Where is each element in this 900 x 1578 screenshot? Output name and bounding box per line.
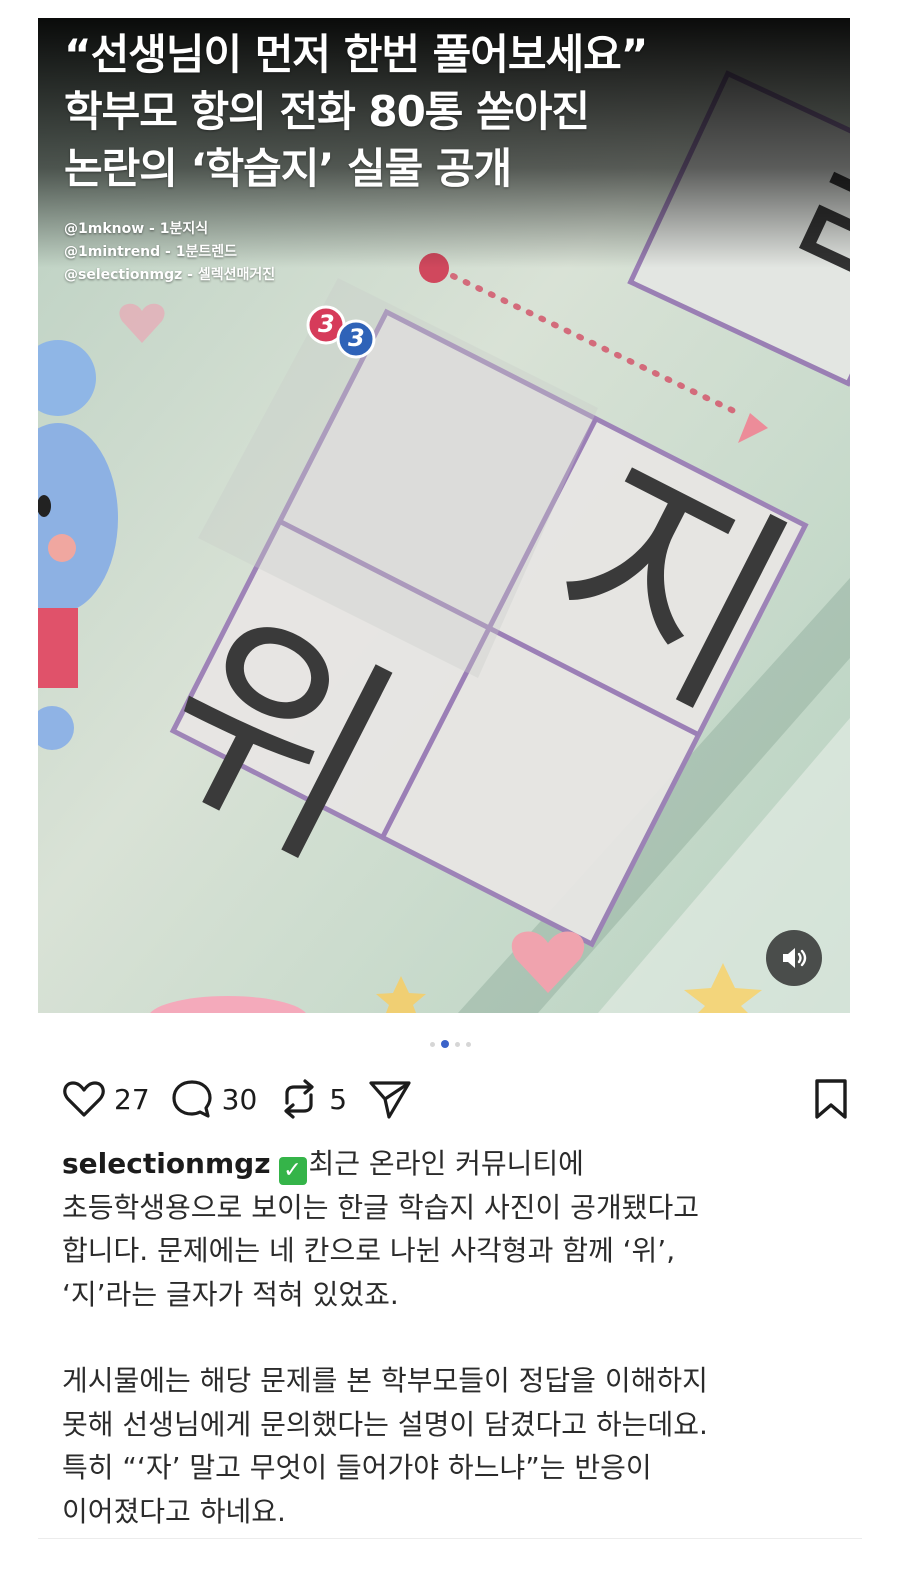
comment-button[interactable]: 30 [170, 1078, 258, 1120]
bookmark-icon [815, 1079, 847, 1119]
speaker-icon [783, 948, 807, 968]
post-caption: selectionmgz ✓ 최근 온라인 커뮤니티에 초등학생용으로 보이는 한글… [62, 1142, 852, 1533]
badge-number-red: 3 [318, 310, 335, 338]
checkmark-icon: ✓ [278, 1157, 307, 1185]
repost-button[interactable]: 5 [277, 1077, 347, 1121]
share-icon [369, 1081, 411, 1119]
heart-icon [63, 1081, 105, 1117]
caption-line: 초등학생용으로 보이는 한글 학습지 사진이 공개됐다고 [62, 1190, 699, 1224]
mute-button[interactable] [766, 930, 822, 986]
caption-line: 특히 “‘자’ 말고 무엇이 들어가야 하느냐”는 반응이 [62, 1451, 652, 1484]
like-button[interactable]: 27 [62, 1079, 150, 1119]
post-headline: “선생님이 먼저 한번 풀어보세요” 학부모 항의 전화 80통 쏟아진 논란의… [64, 26, 830, 197]
carousel-dot[interactable] [454, 1041, 460, 1047]
like-count: 27 [114, 1082, 150, 1116]
carousel-dot-active[interactable] [440, 1040, 449, 1048]
bookmark-button[interactable] [812, 1077, 850, 1121]
carousel-dot[interactable] [465, 1041, 471, 1047]
post-image[interactable]: ㄹ [38, 18, 850, 1013]
caption-line: 합니다. 문제에는 네 칸으로 나뉜 사각형과 함께 ‘위’, [62, 1234, 676, 1267]
caption-line: ‘지’라는 글자가 적혀 있었죠. [62, 1277, 399, 1311]
repost-icon [284, 1079, 314, 1119]
source-handle: @1mintrend - 1분트렌드 [64, 244, 237, 260]
headline-line: 학부모 항의 전화 80통 쏟아진 [64, 87, 590, 136]
share-button[interactable] [367, 1077, 413, 1121]
action-bar: 27 30 5 [62, 1072, 850, 1126]
carousel-dot[interactable] [429, 1041, 435, 1047]
comment-count: 30 [221, 1082, 258, 1116]
repost-count: 5 [329, 1082, 348, 1116]
badge-number-blue: 3 [348, 324, 365, 352]
headline-line: 논란의 ‘학습지’ 실물 공개 [64, 144, 512, 193]
headline-line: “선생님이 먼저 한번 풀어보세요” [64, 30, 648, 79]
source-handle: @1mknow - 1분지식 [64, 221, 209, 237]
source-handle: @selectionmgz - 셀렉션매거진 [64, 267, 276, 283]
comment-icon [172, 1080, 212, 1118]
caption-line: 못해 선생님에게 문의했다는 설명이 담겼다고 하는데요. [62, 1407, 708, 1441]
carousel-indicator [0, 1040, 900, 1048]
divider [38, 1538, 862, 1539]
caption-line: 최근 온라인 커뮤니티에 [308, 1147, 584, 1180]
caption-line: 게시물에는 해당 문제를 본 학부모들이 정답을 이해하지 [62, 1364, 708, 1397]
caption-line: 이어졌다고 하네요. [62, 1494, 286, 1528]
username[interactable]: selectionmgz [62, 1147, 271, 1180]
source-handles: @1mknow - 1분지식 @1mintrend - 1분트렌드 @selec… [64, 218, 275, 287]
